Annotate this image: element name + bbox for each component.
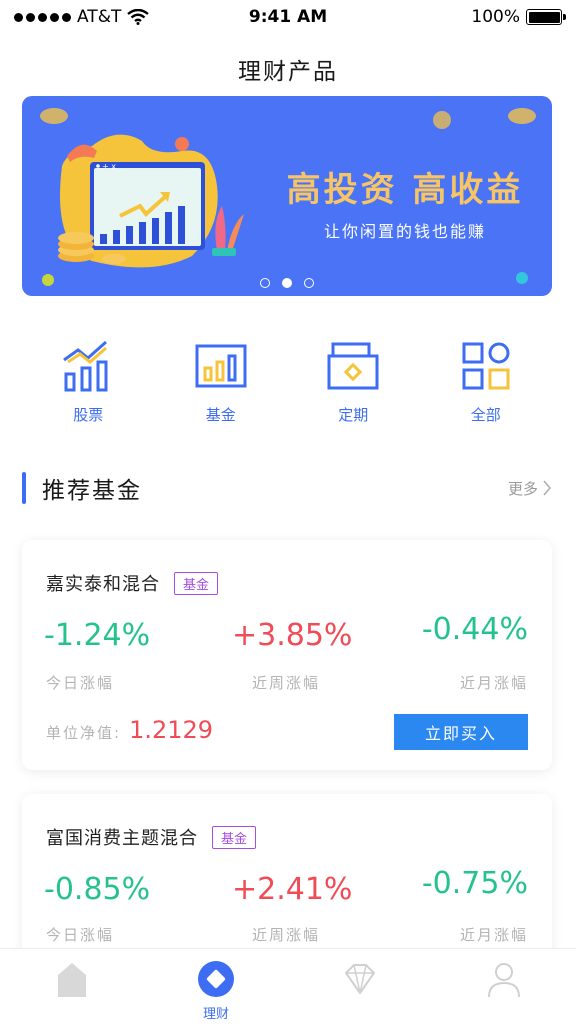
battery-icon	[526, 9, 566, 25]
wifi-icon	[127, 9, 150, 25]
fund-tag: 基金	[212, 825, 257, 849]
nav-label: 单位净值:	[46, 724, 122, 742]
indicator-dot-active[interactable]	[282, 278, 292, 288]
status-left: AT&T	[14, 7, 150, 27]
banner-coin-decoration	[433, 111, 451, 129]
month-change-value: -0.44%	[421, 612, 528, 647]
banner-illustration: + x	[40, 108, 244, 286]
category-grid: 股票 基金 定期 全部	[22, 336, 552, 425]
tab-label: 理财	[202, 1007, 229, 1022]
fund-name-row: 富国消费主题混合 基金	[46, 824, 257, 850]
finance-diamond-icon	[198, 961, 234, 997]
week-change-label: 近周涨幅	[252, 674, 321, 692]
nav-value: 1.2129	[129, 716, 214, 744]
banner-subtitle: 让你闲置的钱也能赚	[323, 222, 486, 241]
recommended-funds-header: 推荐基金 更多	[22, 470, 552, 506]
month-change-label: 近月涨幅	[459, 926, 528, 944]
gem-icon	[344, 964, 376, 995]
category-all[interactable]: 全部	[436, 336, 536, 425]
status-bar: AT&T 9:41 AM 100%	[0, 0, 576, 34]
week-change-label: 近周涨幅	[252, 926, 321, 944]
bottom-tab-bar: 理财	[0, 948, 576, 1024]
promo-banner[interactable]: + x 高投资 高收益 让你闲置的钱也能赚	[22, 96, 552, 296]
nav-row: 单位净值: 1.2129	[46, 716, 213, 744]
grid-all-icon	[462, 342, 510, 390]
fund-name: 富国消费主题混合	[46, 828, 198, 849]
category-deposit[interactable]: 定期	[303, 336, 403, 425]
chevron-right-icon	[543, 480, 552, 496]
category-label: 定期	[338, 406, 369, 424]
user-icon	[488, 963, 520, 998]
section-title-text: 推荐基金	[42, 478, 142, 504]
week-change-value: +2.41%	[232, 872, 353, 907]
status-right: 100%	[471, 7, 566, 27]
category-label: 股票	[73, 406, 104, 424]
home-icon	[58, 963, 86, 997]
stock-chart-icon	[63, 340, 108, 392]
tab-profile[interactable]	[449, 959, 559, 1003]
signal-icon	[14, 12, 71, 22]
category-label: 全部	[470, 406, 501, 424]
fund-chart-icon	[195, 344, 247, 388]
carrier-label: AT&T	[77, 7, 122, 27]
category-label: 基金	[205, 406, 236, 424]
tab-gem[interactable]	[305, 959, 415, 1003]
day-change-label: 今日涨幅	[46, 674, 115, 692]
category-stock[interactable]: 股票	[38, 336, 138, 425]
day-change-value: -0.85%	[44, 872, 151, 907]
buy-now-button[interactable]: 立即买入	[394, 714, 528, 750]
category-fund[interactable]: 基金	[171, 336, 271, 425]
fund-card[interactable]: 嘉实泰和混合 基金 -1.24% +3.85% -0.44% 今日涨幅 近周涨幅…	[22, 540, 552, 770]
fund-name: 嘉实泰和混合	[46, 574, 160, 595]
week-change-value: +3.85%	[232, 618, 353, 653]
month-change-label: 近月涨幅	[459, 674, 528, 692]
section-accent-bar	[22, 472, 26, 504]
tab-home[interactable]	[17, 959, 127, 1003]
day-change-value: -1.24%	[44, 618, 151, 653]
indicator-dot[interactable]	[304, 278, 314, 288]
more-label: 更多	[507, 479, 538, 498]
banner-page-indicator[interactable]	[22, 278, 552, 288]
section-title: 推荐基金	[22, 471, 142, 505]
day-change-label: 今日涨幅	[46, 926, 115, 944]
page-title: 理财产品	[238, 59, 338, 85]
battery-percent: 100%	[471, 7, 520, 27]
tab-finance[interactable]: 理财	[161, 959, 271, 1022]
svg-text:+ x: + x	[102, 162, 116, 171]
banner-headline: 高投资 高收益	[286, 170, 524, 210]
more-link[interactable]: 更多	[508, 478, 552, 499]
month-change-value: -0.75%	[421, 866, 528, 901]
indicator-dot[interactable]	[260, 278, 270, 288]
fund-tag: 基金	[174, 571, 219, 595]
fund-name-row: 嘉实泰和混合 基金	[46, 570, 219, 596]
deposit-box-icon	[327, 342, 379, 390]
